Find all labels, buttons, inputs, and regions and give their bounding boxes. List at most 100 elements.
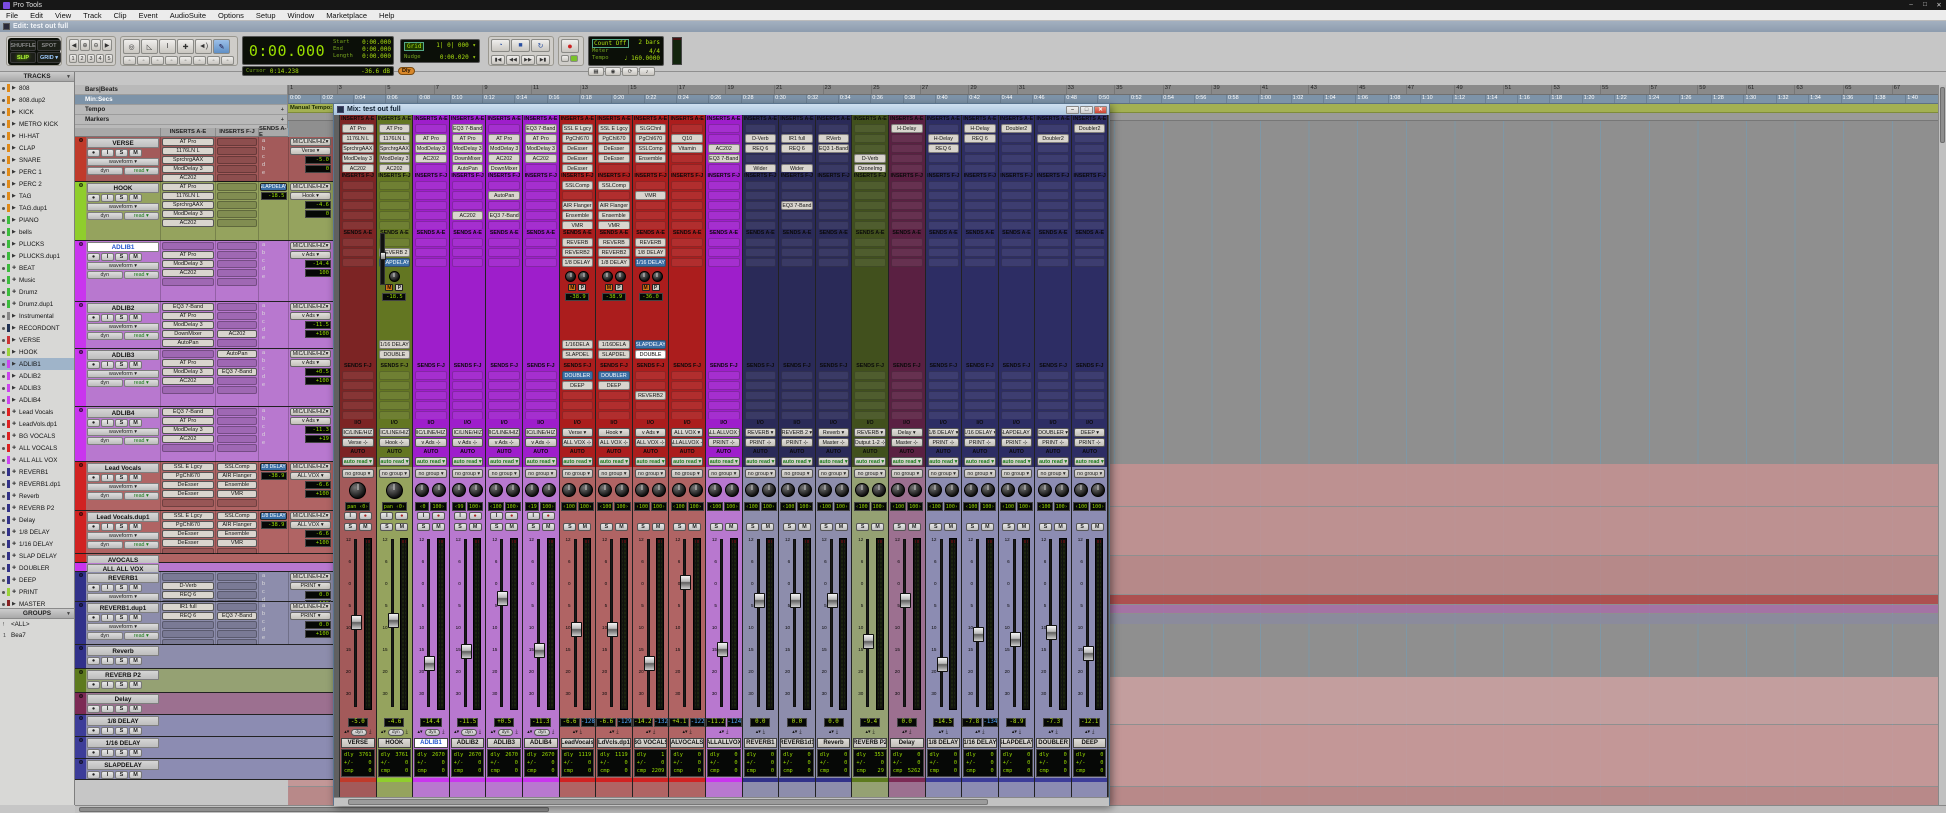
strip-collapse-icon[interactable]: ⤓ [1019,729,1021,735]
insert-plugin[interactable]: AC202 [162,435,214,443]
strip-mute-button[interactable]: M [944,523,957,531]
insert-plugin-button[interactable]: 1176LN L [379,134,411,143]
empty-slot[interactable] [891,144,923,153]
track-record-button[interactable]: ● [87,474,100,482]
insert-slot-empty[interactable] [162,444,214,452]
automation-mode-selector[interactable]: auto read ▾ [745,457,777,466]
empty-slot[interactable] [891,154,923,163]
fader-thumb[interactable] [900,593,911,608]
empty-slot[interactable] [671,248,703,257]
group-assignment-selector[interactable]: no group ▾ [635,469,667,478]
insert-plugin-button[interactable]: SSL E Lgcy [562,124,594,133]
empty-slot[interactable] [891,401,923,410]
insert-plugin-button[interactable]: Doubler2 [1001,124,1033,133]
mix-minimize-icon[interactable]: – [1066,106,1079,114]
insert-slot-empty[interactable] [217,303,257,311]
mixer-strip-reverb-p2[interactable]: INSERTS A-ED-VerbOzoneImgINSERTS F-JSEND… [852,115,889,797]
insert-slot-empty[interactable] [217,621,257,629]
pan-knob-right[interactable] [725,483,739,497]
empty-slot[interactable] [598,191,630,200]
strip-input-selector[interactable]: MIC/LINE/HIZ ▾ [379,428,411,437]
menu-help[interactable]: Help [373,10,400,20]
insert-plugin-button[interactable]: AT Pro [525,134,557,143]
insert-slot-empty[interactable] [217,426,257,434]
pan-knob-right[interactable] [579,483,593,497]
strip-mute-button[interactable]: M [505,523,518,531]
insert-slot-empty[interactable] [217,138,257,146]
menu-window[interactable]: Window [282,10,321,20]
strip-up-arrow-icon[interactable]: ▴▾ [792,729,797,735]
insert-slot-empty[interactable] [217,630,257,638]
group-assignment-selector[interactable]: no group ▾ [342,469,374,478]
track-record-button[interactable]: ● [87,419,100,427]
insert-plugin[interactable]: EQ3 7-Band [162,408,214,416]
empty-slot[interactable] [745,391,777,400]
insert-plugin-button[interactable]: SSL E Lgcy [598,124,630,133]
edit-window-titlebar[interactable]: Edit: test out full [0,21,1946,32]
volume-readout[interactable]: -6.6 [596,718,616,727]
insert-slot-empty[interactable] [217,573,257,581]
track-list-item-kick[interactable]: ▶KICK [0,106,74,118]
edit-option-button-6[interactable]: ▫ [207,56,220,65]
insert-plugin[interactable]: PgChl670 [162,521,214,529]
empty-slot[interactable] [854,134,886,143]
strip-name[interactable]: ADLIB2 [451,738,485,748]
pan-value-left[interactable]: ‹100 [561,502,577,511]
empty-slot[interactable] [781,248,813,257]
edit-track-adlib1[interactable]: ADLIB1●ISMwaveform ▾dynread ▾AT ProModDe… [75,241,333,302]
mixer-strip-deep[interactable]: INSERTS A-EDoubler2INSERTS F-JSENDS A-ES… [1072,115,1109,797]
strip-dyn-button[interactable]: dyn [534,729,550,736]
edit-option-button-0[interactable]: ▫ [123,56,136,65]
send-assignment-button[interactable]: SLAPDEL [562,350,594,359]
empty-slot[interactable] [1001,391,1033,400]
strip-input-selector[interactable]: v Ads ▾ [635,428,667,437]
length-value[interactable]: 0:00.000 [362,53,391,60]
edit-track-slapdelay[interactable]: SLAPDELAY●ISM [75,759,333,780]
track-name[interactable]: Lead Vocals [87,463,159,473]
empty-slot[interactable] [671,191,703,200]
insert-slot-empty[interactable] [217,210,257,218]
mixer-strip-adlib2[interactable]: INSERTS A-EEQ3 7-BandAT ProModDelay 3Dow… [450,115,487,797]
strip-mute-button[interactable]: M [725,523,738,531]
insert-slot-empty[interactable] [217,278,257,286]
empty-slot[interactable] [379,371,411,380]
track-name[interactable]: ADLIB4 [87,408,159,418]
start-value[interactable]: 0:00.000 [362,39,391,46]
track-output-selector[interactable]: v Ads ▾ [290,417,331,425]
group-assignment-selector[interactable]: no group ▾ [1074,469,1106,478]
empty-slot[interactable] [562,401,594,410]
scrubber-tool[interactable]: ◄) [195,39,212,54]
insert-plugin-button[interactable]: D-Verb [745,134,777,143]
transport-button-3[interactable]: ▶▮ [536,55,550,65]
insert-plugin-button[interactable]: Doubler2 [1074,124,1106,133]
empty-slot[interactable] [708,258,740,267]
empty-slot[interactable] [342,381,374,390]
insert-plugin[interactable]: PgChl670 [162,472,214,480]
send-slot-a[interactable]: a [260,573,287,581]
send-slot-b[interactable]: b [260,311,287,319]
empty-slot[interactable] [745,238,777,247]
strip-collapse-icon[interactable]: ⤓ [515,729,517,735]
track-●-button[interactable]: ● [87,727,100,735]
empty-slot[interactable] [818,238,850,247]
track-dyn-button[interactable]: dyn [87,632,123,640]
strip-solo-button[interactable]: S [1039,523,1052,531]
record-button[interactable]: ● [561,39,579,53]
empty-slot[interactable] [745,381,777,390]
track-view-selector[interactable]: waveform ▾ [87,623,159,631]
grid-label[interactable]: Grid [404,42,424,51]
automation-mode-selector[interactable]: auto read ▾ [964,457,996,466]
track-read-button[interactable]: read ▾ [124,541,160,549]
track-record-button[interactable]: ● [87,614,100,622]
track-list-item-1-16-delay[interactable]: ✚1/16 DELAY [0,538,74,550]
automation-mode-selector[interactable]: auto read ▾ [708,457,740,466]
empty-slot[interactable] [379,391,411,400]
mixer-strip-adlib1[interactable]: INSERTS A-EAT ProModDelay 3AC202INSERTS … [413,115,450,797]
track-S-button[interactable]: S [115,657,128,665]
empty-slot[interactable] [1001,201,1033,210]
send-slot-c[interactable]: c [260,619,287,627]
track-name[interactable]: VERSE [87,138,159,148]
empty-slot[interactable] [891,134,923,143]
strip-name[interactable]: ALVOCALS [670,738,704,748]
send-assignment-button[interactable]: REVERB2 [635,391,667,400]
